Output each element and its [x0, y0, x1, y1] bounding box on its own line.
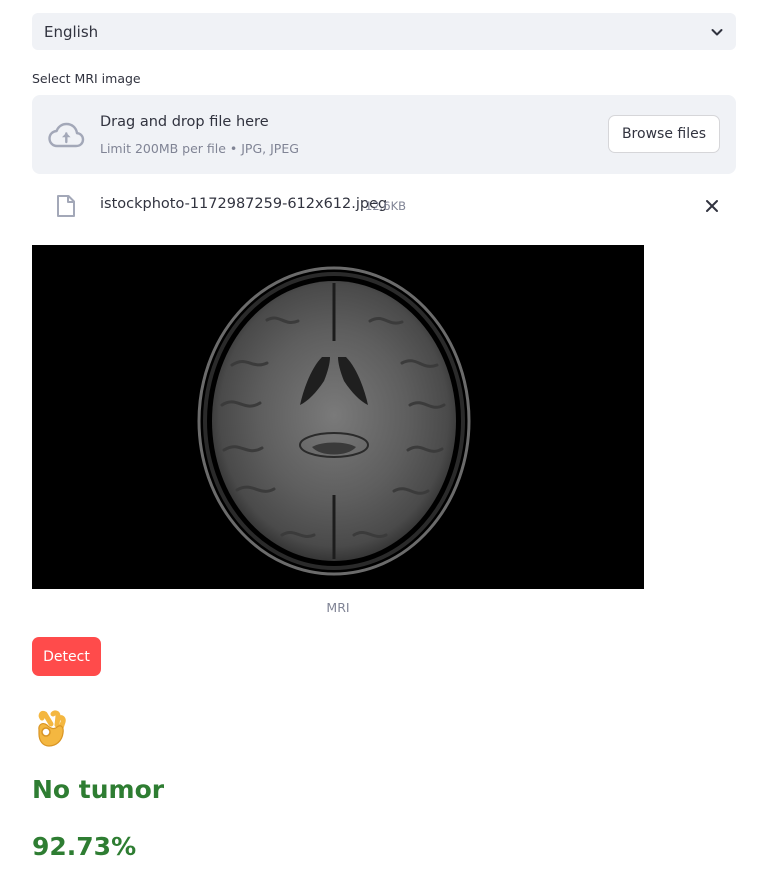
- language-select[interactable]: English: [32, 13, 736, 50]
- result-confidence: 92.73%: [32, 832, 137, 861]
- mri-image: [32, 245, 644, 589]
- uploader-label: Select MRI image: [32, 71, 141, 86]
- file-icon: [56, 194, 76, 218]
- page: English Select MRI image Drag and drop f…: [0, 0, 761, 874]
- dropzone-limits: Limit 200MB per file • JPG, JPEG: [100, 141, 299, 156]
- dropzone-title: Drag and drop file here: [100, 114, 269, 130]
- uploaded-file-name: istockphoto-1172987259-612x612.jpeg: [100, 196, 388, 212]
- image-caption: MRI: [326, 600, 350, 615]
- chevron-down-icon: [710, 25, 724, 39]
- result-label: No tumor: [32, 775, 165, 804]
- uploaded-file-size: 12.6KB: [365, 199, 407, 213]
- file-dropzone[interactable]: Drag and drop file here Limit 200MB per …: [32, 95, 736, 174]
- language-select-value: English: [44, 22, 99, 41]
- browse-files-button[interactable]: Browse files: [607, 115, 720, 153]
- cloud-upload-icon: [47, 121, 85, 149]
- uploaded-file-row: istockphoto-1172987259-612x612.jpeg 12.6…: [32, 186, 736, 226]
- detect-button[interactable]: Detect: [32, 637, 101, 676]
- close-icon[interactable]: [704, 198, 720, 214]
- ok-hand-emoji-icon: [33, 710, 67, 748]
